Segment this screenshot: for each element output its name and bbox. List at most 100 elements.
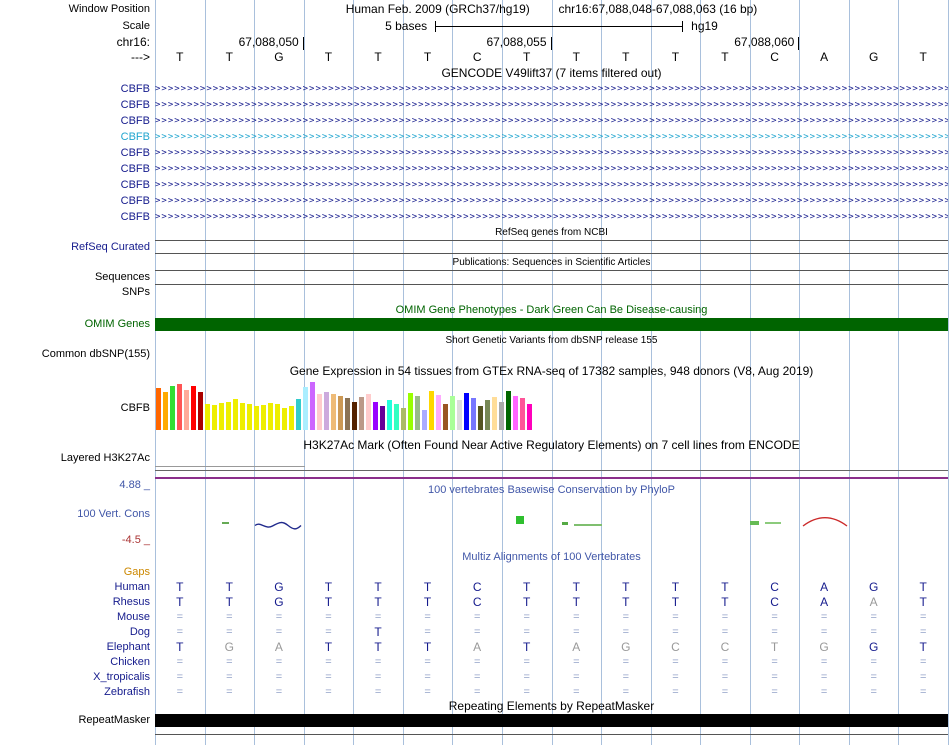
gene-row[interactable]: CBFB >>>>>>>>>>>>>>>>>>>>>>>>>>>>>>>>>>>>…	[0, 145, 950, 161]
omim-track-row[interactable]: OMIM Genes	[0, 318, 950, 331]
sequences-row[interactable]: Sequences	[0, 271, 950, 283]
alignment-base: G	[205, 640, 255, 655]
alignment-base: T	[353, 625, 403, 640]
gene-row[interactable]: CBFB >>>>>>>>>>>>>>>>>>>>>>>>>>>>>>>>>>>>…	[0, 193, 950, 209]
conservation-mark	[750, 521, 759, 525]
repeatmasker-row[interactable]: RepeatMasker	[0, 714, 950, 727]
alignment-base: =	[552, 670, 602, 685]
alignment-base: =	[651, 685, 701, 700]
alignment-base: T	[552, 595, 602, 610]
species-label[interactable]: Elephant	[0, 640, 150, 655]
gene-label[interactable]: CBFB	[0, 113, 150, 129]
gene-row[interactable]: CBFB >>>>>>>>>>>>>>>>>>>>>>>>>>>>>>>>>>>>…	[0, 209, 950, 225]
alignment-base: =	[304, 685, 354, 700]
transcript-arrows[interactable]: >>>>>>>>>>>>>>>>>>>>>>>>>>>>>>>>>>>>>>>>…	[155, 161, 948, 177]
gene-row[interactable]: CBFB >>>>>>>>>>>>>>>>>>>>>>>>>>>>>>>>>>>>…	[0, 129, 950, 145]
transcript-arrows[interactable]: >>>>>>>>>>>>>>>>>>>>>>>>>>>>>>>>>>>>>>>>…	[155, 209, 948, 225]
species-label[interactable]: Chicken	[0, 655, 150, 670]
multiz-row-elephant[interactable]: ElephantTGATTTATAGCCTGGT	[0, 640, 950, 655]
alignment-cells: ================	[155, 670, 948, 685]
coordinate-ruler: 67,088,05067,088,05567,088,060	[155, 35, 948, 50]
repeatmasker-label[interactable]: RepeatMasker	[0, 714, 150, 727]
alignment-base: A	[552, 640, 602, 655]
gene-row[interactable]: CBFB >>>>>>>>>>>>>>>>>>>>>>>>>>>>>>>>>>>>…	[0, 81, 950, 97]
gene-row[interactable]: CBFB >>>>>>>>>>>>>>>>>>>>>>>>>>>>>>>>>>>>…	[0, 177, 950, 193]
species-label[interactable]: Mouse	[0, 610, 150, 625]
conservation-mark	[574, 524, 602, 526]
gene-label[interactable]: CBFB	[0, 193, 150, 209]
base-letter: T	[700, 50, 750, 65]
gencode-track[interactable]: CBFB >>>>>>>>>>>>>>>>>>>>>>>>>>>>>>>>>>>>…	[0, 81, 950, 225]
transcript-arrows[interactable]: >>>>>>>>>>>>>>>>>>>>>>>>>>>>>>>>>>>>>>>>…	[155, 177, 948, 193]
multiz-row-mouse[interactable]: Mouse================	[0, 610, 950, 625]
alignment-base: =	[155, 685, 205, 700]
multiz-track[interactable]: GapsHumanTTGTTTCTTTTTCAGTRhesusTTGTTTCTT…	[0, 565, 950, 700]
omim-track-bar[interactable]	[155, 318, 948, 331]
gene-label[interactable]: CBFB	[0, 209, 150, 225]
omim-title-row: OMIM Gene Phenotypes - Dark Green Can Be…	[0, 303, 950, 317]
dbsnp-label[interactable]: Common dbSNP(155)	[0, 348, 150, 361]
snps-label[interactable]: SNPs	[0, 286, 150, 299]
refseq-curated-label[interactable]: RefSeq Curated	[0, 241, 150, 253]
base-letter: C	[750, 50, 800, 65]
gene-label[interactable]: CBFB	[0, 97, 150, 113]
alignment-base	[403, 565, 453, 580]
refseq-curated-row[interactable]: RefSeq Curated	[0, 241, 950, 253]
species-label[interactable]: Dog	[0, 625, 150, 640]
multiz-row-zebrafish[interactable]: Zebrafish================	[0, 685, 950, 700]
gene-label[interactable]: CBFB	[0, 177, 150, 193]
gene-row[interactable]: CBFB >>>>>>>>>>>>>>>>>>>>>>>>>>>>>>>>>>>>…	[0, 113, 950, 129]
alignment-base: =	[353, 655, 403, 670]
species-label[interactable]: Gaps	[0, 565, 150, 580]
conservation-label[interactable]: 100 Vert. Cons	[0, 508, 150, 521]
h3k27ac-label[interactable]: Layered H3K27Ac	[0, 452, 150, 465]
alignment-base: =	[403, 610, 453, 625]
multiz-row-gaps[interactable]: Gaps	[0, 565, 950, 580]
alignment-base: =	[155, 655, 205, 670]
snps-row[interactable]: SNPs	[0, 286, 950, 299]
multiz-row-human[interactable]: HumanTTGTTTCTTTTTCAGT	[0, 580, 950, 595]
alignment-base: =	[452, 685, 502, 700]
gene-row[interactable]: CBFB >>>>>>>>>>>>>>>>>>>>>>>>>>>>>>>>>>>>…	[0, 97, 950, 113]
alignment-base: =	[403, 625, 453, 640]
alignment-base: G	[799, 640, 849, 655]
position-range: chr16:67,088,048-67,088,063 (16 bp)	[558, 2, 757, 16]
gene-row[interactable]: CBFB >>>>>>>>>>>>>>>>>>>>>>>>>>>>>>>>>>>>…	[0, 161, 950, 177]
gencode-title-row: GENCODE V49lift37 (7 items filtered out)	[0, 66, 950, 80]
position-title-group: Human Feb. 2009 (GRCh37/hg19) chr16:67,0…	[155, 2, 948, 16]
transcript-arrows[interactable]: >>>>>>>>>>>>>>>>>>>>>>>>>>>>>>>>>>>>>>>>…	[155, 81, 948, 97]
species-label[interactable]: Zebrafish	[0, 685, 150, 700]
scale-bar	[435, 21, 683, 32]
alignment-base	[452, 565, 502, 580]
transcript-arrows[interactable]: >>>>>>>>>>>>>>>>>>>>>>>>>>>>>>>>>>>>>>>>…	[155, 145, 948, 161]
gene-label[interactable]: CBFB	[0, 145, 150, 161]
species-label[interactable]: Rhesus	[0, 595, 150, 610]
transcript-arrows[interactable]: >>>>>>>>>>>>>>>>>>>>>>>>>>>>>>>>>>>>>>>>…	[155, 97, 948, 113]
gene-label[interactable]: CBFB	[0, 161, 150, 177]
alignment-base: =	[155, 610, 205, 625]
gene-label[interactable]: CBFB	[0, 129, 150, 145]
alignment-base: =	[304, 670, 354, 685]
alignment-base: =	[205, 625, 255, 640]
gene-label[interactable]: CBFB	[0, 81, 150, 97]
transcript-arrows[interactable]: >>>>>>>>>>>>>>>>>>>>>>>>>>>>>>>>>>>>>>>>…	[155, 129, 948, 145]
species-label[interactable]: Human	[0, 580, 150, 595]
dbsnp-row[interactable]: Common dbSNP(155)	[0, 348, 950, 361]
alignment-base: =	[849, 685, 899, 700]
omim-label[interactable]: OMIM Genes	[0, 318, 150, 331]
multiz-row-x_tropicalis[interactable]: X_tropicalis================	[0, 670, 950, 685]
repeatmasker-bar[interactable]	[155, 714, 948, 727]
alignment-base: T	[502, 595, 552, 610]
multiz-row-chicken[interactable]: Chicken================	[0, 655, 950, 670]
alignment-base: =	[254, 610, 304, 625]
conservation-mark	[562, 522, 568, 525]
alignment-base: =	[700, 670, 750, 685]
transcript-arrows[interactable]: >>>>>>>>>>>>>>>>>>>>>>>>>>>>>>>>>>>>>>>>…	[155, 113, 948, 129]
sequences-label[interactable]: Sequences	[0, 271, 150, 283]
multiz-row-rhesus[interactable]: RhesusTTGTTTCTTTTTCAAT	[0, 595, 950, 610]
transcript-arrows[interactable]: >>>>>>>>>>>>>>>>>>>>>>>>>>>>>>>>>>>>>>>>…	[155, 193, 948, 209]
base-letter: T	[205, 50, 255, 65]
species-label[interactable]: X_tropicalis	[0, 670, 150, 685]
gtex-gene-label[interactable]: CBFB	[0, 402, 150, 415]
multiz-row-dog[interactable]: Dog====T===========	[0, 625, 950, 640]
